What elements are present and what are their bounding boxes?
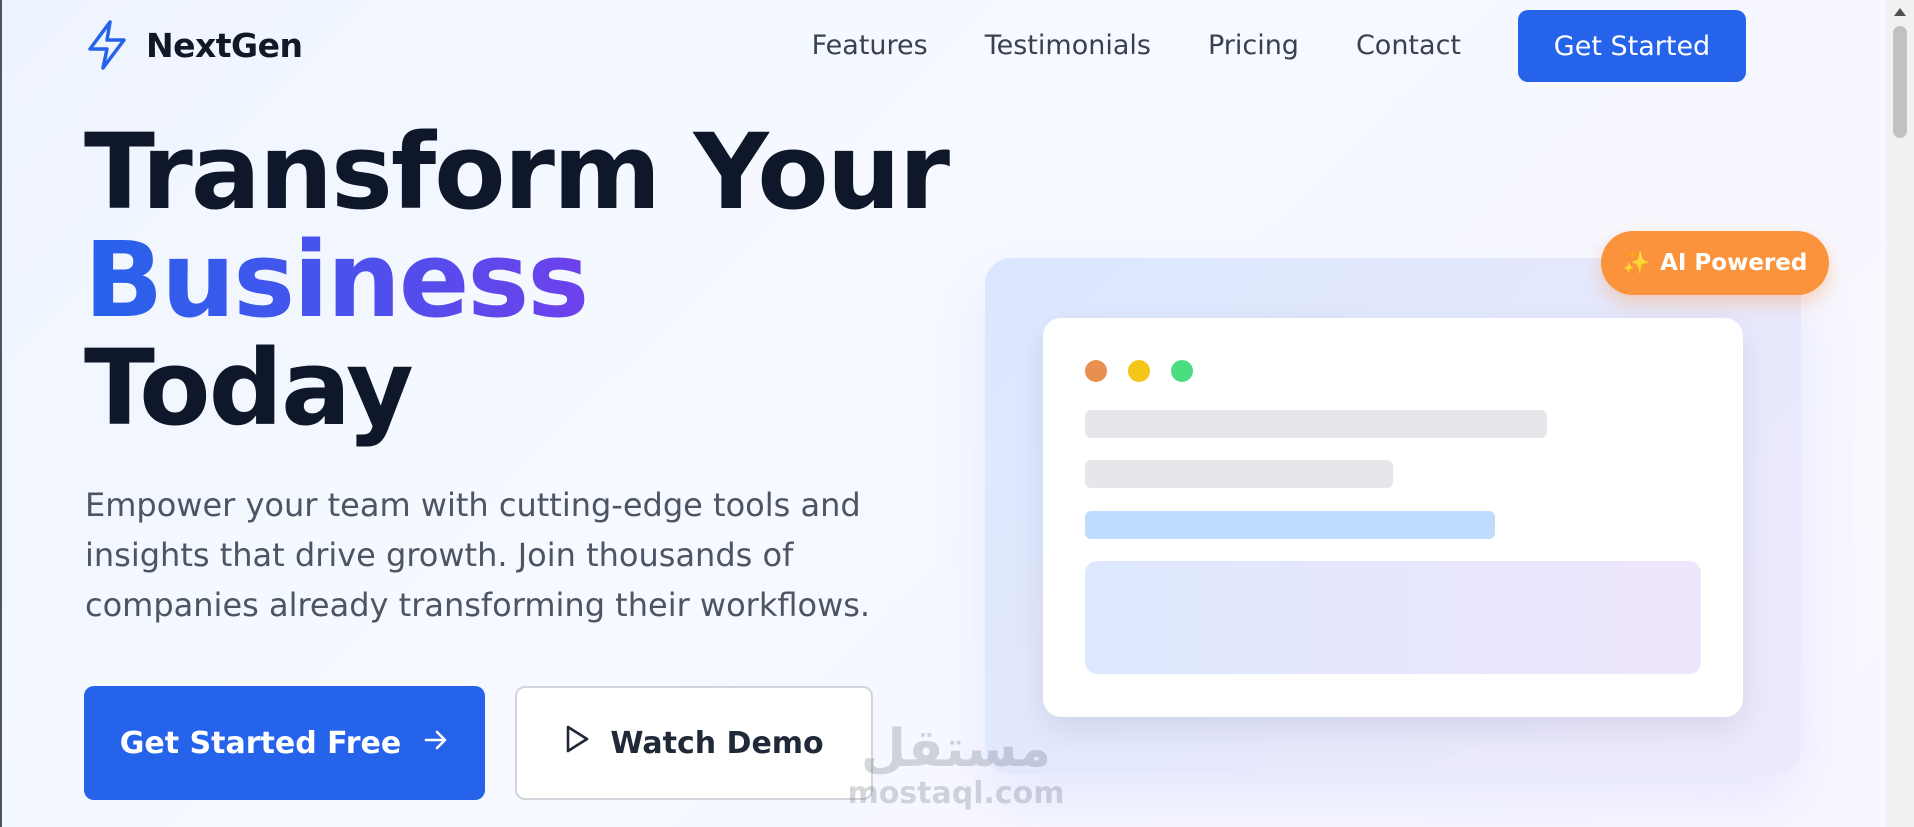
watch-demo-button[interactable]: Watch Demo [515, 686, 873, 800]
nav-link-contact[interactable]: Contact [1356, 10, 1461, 82]
scroll-up-arrow-icon[interactable] [1894, 8, 1906, 16]
mock-app-window [1043, 318, 1743, 717]
window-dot-orange [1085, 360, 1107, 382]
page-left-border [0, 0, 2, 827]
get-started-free-button[interactable]: Get Started Free [84, 686, 485, 800]
placeholder-block [1085, 561, 1701, 674]
nav-link-pricing[interactable]: Pricing [1208, 10, 1299, 82]
main-nav: Features Testimonials Pricing Contact Ge… [812, 10, 1746, 82]
watermark-arabic: مستقل [860, 719, 1052, 779]
site-header: NextGen Features Testimonials Pricing Co… [0, 0, 1886, 96]
hero-title-line-3: Today [84, 327, 414, 449]
brand-name: NextGen [146, 25, 303, 65]
sparkles-icon: ✨ [1622, 250, 1651, 276]
watermark-latin: mostaql.com [847, 776, 1065, 811]
placeholder-bar [1085, 460, 1393, 488]
play-icon [564, 724, 590, 762]
watermark: مستقل mostaql.com [846, 720, 1066, 810]
scroll-thumb[interactable] [1893, 26, 1907, 138]
hero-title: Transform Your Business Today [84, 111, 950, 449]
get-started-button[interactable]: Get Started [1518, 10, 1746, 82]
ai-powered-badge: ✨ AI Powered [1601, 231, 1829, 295]
placeholder-bar [1085, 410, 1547, 438]
vertical-scrollbar[interactable] [1886, 0, 1914, 827]
lightning-bolt-icon [86, 20, 128, 70]
placeholder-bar-highlight [1085, 511, 1495, 539]
nav-link-features[interactable]: Features [812, 10, 928, 82]
hero-subtitle: Empower your team with cutting-edge tool… [85, 486, 871, 624]
window-dot-green [1171, 360, 1193, 382]
watch-demo-label: Watch Demo [610, 725, 824, 761]
hero-title-line-1: Transform Your [84, 111, 950, 233]
window-dot-yellow [1128, 360, 1150, 382]
hero-title-accent: Business [84, 226, 948, 334]
ai-powered-label: AI Powered [1660, 250, 1808, 276]
arrow-right-icon [423, 726, 449, 761]
get-started-free-label: Get Started Free [119, 725, 402, 761]
brand-logo[interactable]: NextGen [86, 20, 303, 70]
nav-link-testimonials[interactable]: Testimonials [985, 10, 1151, 82]
